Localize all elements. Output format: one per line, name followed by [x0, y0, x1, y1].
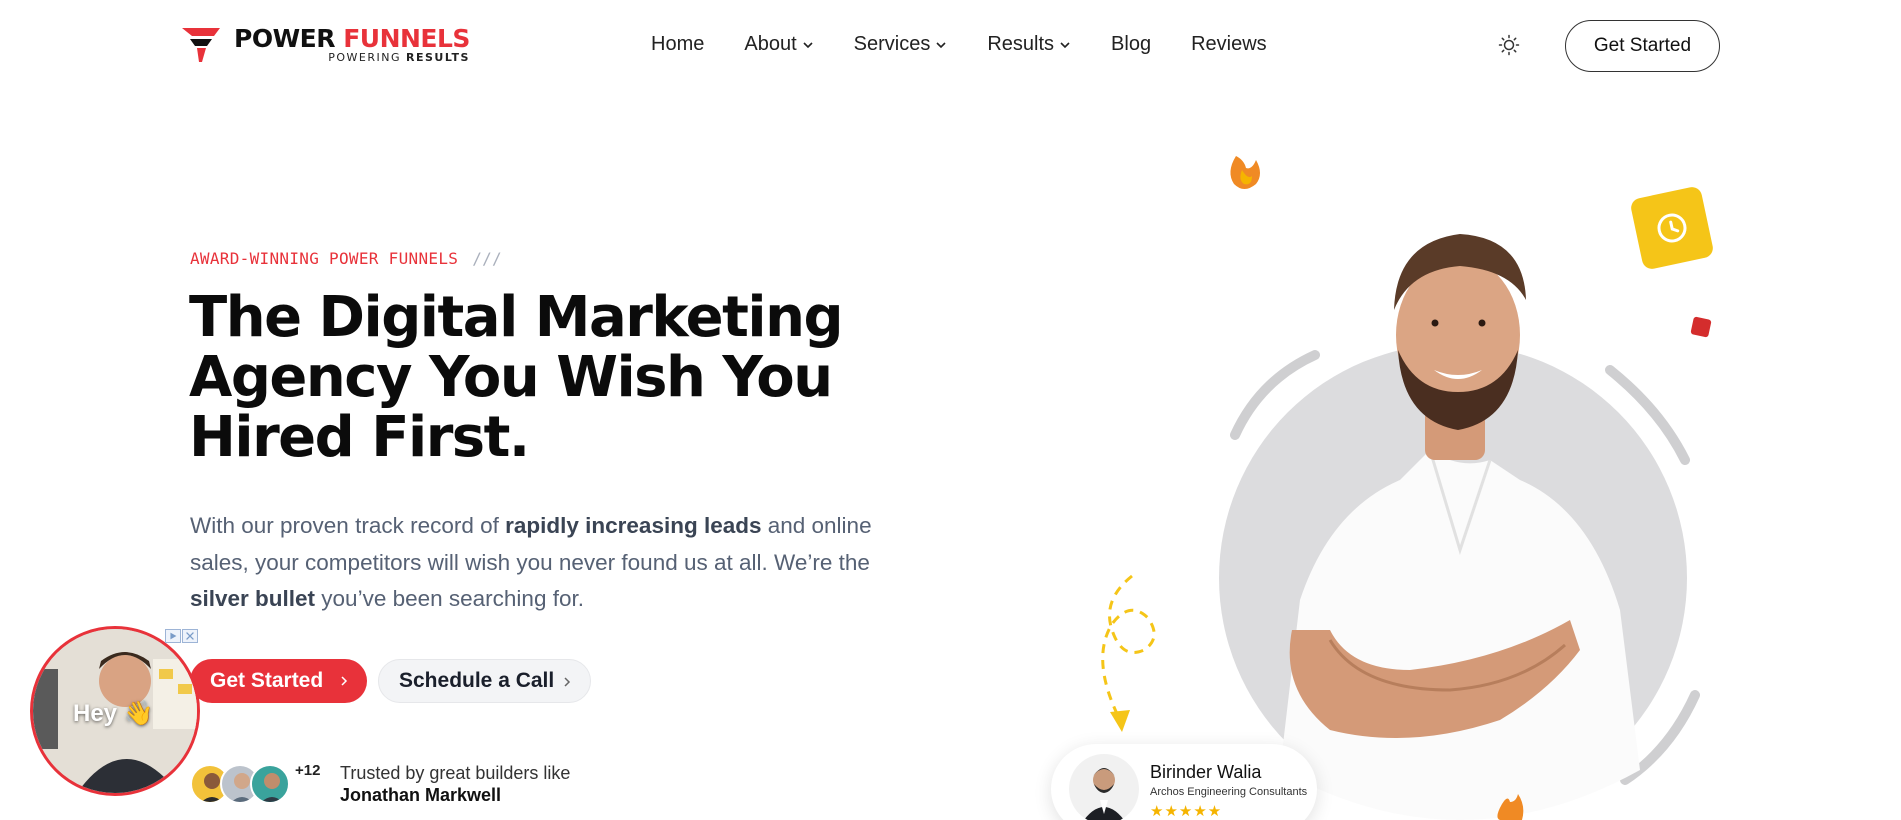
nav-item-reviews[interactable]: Reviews	[1191, 33, 1267, 56]
nav-item-home[interactable]: Home	[651, 33, 704, 56]
hero-get-started-button[interactable]: Get Started	[190, 659, 367, 703]
headline-line: Hired First.	[189, 405, 530, 470]
funnel-logo-icon	[182, 28, 220, 62]
brand-tagline-part1: POWERING	[328, 50, 401, 64]
trust-text: Trusted by great builders like	[340, 763, 571, 783]
nav-item-label: About	[744, 33, 797, 55]
play-icon[interactable]	[165, 629, 181, 643]
schedule-call-button[interactable]: Schedule a Call	[378, 659, 591, 703]
nav-item-results[interactable]: Results	[987, 33, 1071, 56]
trust-statement: Trusted by great builders like Jonathan …	[340, 762, 570, 806]
nav-item-blog[interactable]: Blog	[1111, 33, 1151, 56]
chevron-down-icon	[803, 41, 813, 48]
trust-avatars	[190, 762, 300, 808]
reviewer-avatar	[1069, 754, 1139, 820]
hero-eyebrow-text: AWARD-WINNING POWER FUNNELS	[190, 249, 459, 268]
chevron-down-icon	[936, 41, 946, 48]
button-label: Get Started	[210, 669, 324, 692]
headline-line: The Digital Marketing	[189, 285, 844, 350]
star-rating: ★★★★★	[1150, 802, 1223, 820]
headline-line: Agency You Wish You	[189, 345, 833, 410]
reviewer-name: Birinder Walia	[1150, 762, 1262, 782]
nav-item-about[interactable]: About	[744, 33, 813, 56]
hero-lead: With our proven track record of rapidly …	[190, 508, 910, 618]
sun-icon[interactable]	[1498, 34, 1520, 56]
hero-headline: The Digital Marketing Agency You Wish Yo…	[189, 288, 889, 468]
lead-highlight: silver bullet	[190, 586, 316, 611]
ad-choices[interactable]	[165, 629, 198, 643]
clock-tile-icon	[1631, 187, 1713, 269]
brand-title: POWER FUNNELS	[234, 26, 470, 51]
video-caption-text: Hey	[73, 700, 118, 727]
brand-tagline: POWERING RESULTS	[234, 52, 470, 63]
trust-count: +12	[295, 762, 321, 779]
lead-text: With our proven track record of	[190, 513, 506, 538]
brand-title-part1: POWER	[234, 23, 335, 53]
video-message-bubble[interactable]: Hey 👋	[30, 626, 200, 796]
trust-name: Jonathan Markwell	[340, 785, 502, 805]
arrow-head	[1110, 710, 1130, 732]
lead-text: you’ve been searching for.	[315, 586, 584, 611]
hero-eyebrow: AWARD-WINNING POWER FUNNELS ///	[190, 249, 502, 268]
brand-logo[interactable]: POWER FUNNELS POWERING RESULTS	[180, 24, 470, 64]
review-card: Birinder Walia Archos Engineering Consul…	[1051, 744, 1317, 820]
site-header: POWER FUNNELS POWERING RESULTS Home Abou…	[0, 0, 1901, 90]
video-caption: Hey 👋	[73, 699, 154, 728]
nav-item-label: Results	[987, 33, 1055, 55]
main-nav: Home About Services Results Blog Reviews	[651, 33, 1307, 56]
chevron-right-icon	[341, 676, 348, 686]
brand-title-part2: FUNNELS	[343, 23, 470, 53]
nav-item-label: Blog	[1111, 33, 1152, 55]
chevron-right-icon	[564, 677, 571, 687]
red-square-decor	[1690, 316, 1712, 338]
hero-illustration	[1101, 156, 1713, 820]
nav-item-label: Reviews	[1191, 33, 1267, 55]
nav-item-label: Services	[853, 33, 931, 55]
eyebrow-decoration: ///	[472, 249, 502, 268]
brand-tagline-part2: RESULTS	[406, 50, 470, 64]
header-get-started-button[interactable]: Get Started	[1565, 20, 1720, 72]
wave-emoji: 👋	[123, 700, 154, 727]
button-label: Schedule a Call	[399, 669, 555, 692]
avatar	[250, 764, 290, 804]
chevron-down-icon	[1060, 41, 1070, 48]
nav-item-services[interactable]: Services	[854, 33, 948, 56]
close-icon[interactable]	[182, 629, 198, 643]
dashed-arrow	[1101, 574, 1156, 721]
lead-highlight: rapidly increasing leads	[505, 513, 762, 538]
reviewer-company: Archos Engineering Consultants	[1150, 786, 1308, 798]
nav-item-label: Home	[651, 33, 705, 55]
